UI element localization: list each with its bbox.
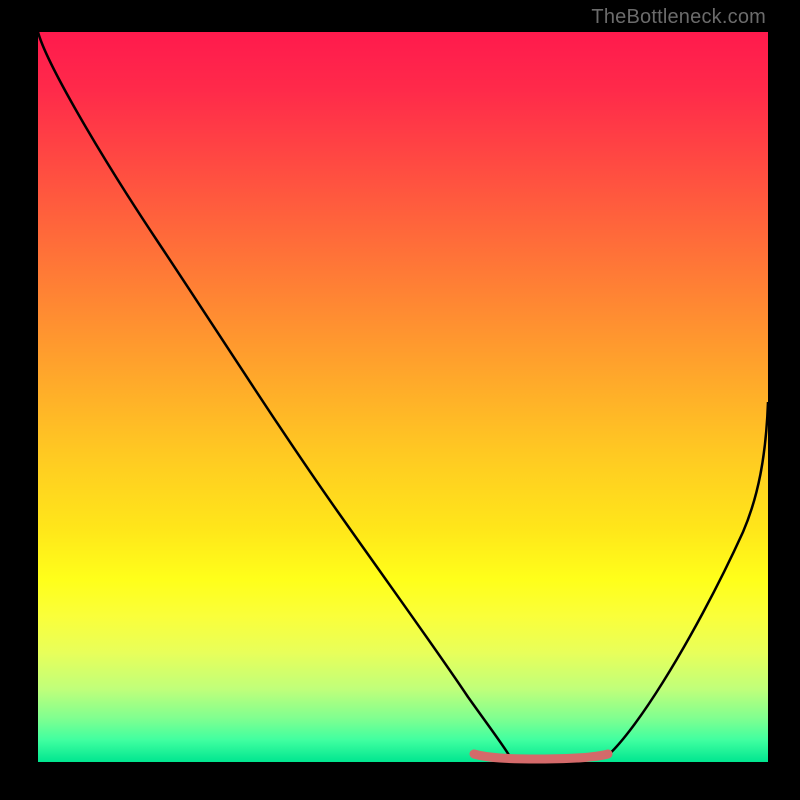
attribution-text: TheBottleneck.com [591,6,766,29]
chart-svg-layer [38,32,768,762]
left-curve [38,32,510,757]
right-curve [606,402,768,757]
valley-highlight [474,754,608,759]
chart-container: TheBottleneck.com [0,0,800,800]
